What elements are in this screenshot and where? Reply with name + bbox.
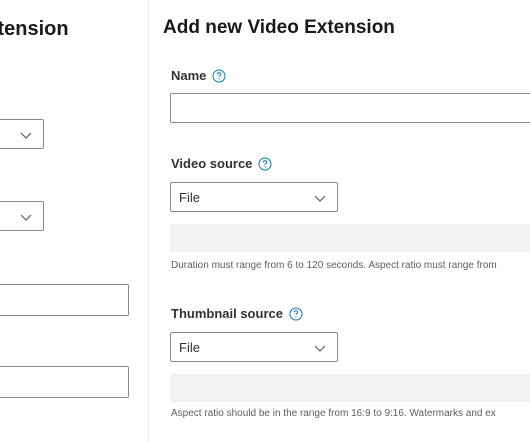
chevron-down-icon (314, 195, 326, 202)
video-source-label-row: Video source (171, 156, 272, 171)
background-panel: Extension (0, 0, 148, 442)
video-source-selected: File (179, 190, 200, 205)
video-source-help-text: Duration must range from 6 to 120 second… (171, 260, 497, 271)
background-input-1[interactable] (0, 284, 129, 316)
name-input[interactable] (170, 93, 530, 123)
panel-title: Add new Video Extension (163, 17, 395, 38)
thumbnail-source-label: Thumbnail source (171, 306, 283, 321)
name-label-row: Name (171, 68, 226, 83)
thumbnail-source-selected: File (179, 340, 200, 355)
help-circle-icon[interactable] (258, 157, 272, 171)
chevron-down-icon (314, 345, 326, 352)
help-circle-icon[interactable] (289, 307, 303, 321)
background-input-2[interactable] (0, 366, 129, 398)
video-source-dropdown[interactable]: File (170, 182, 338, 212)
thumbnail-source-dropdown[interactable]: File (170, 332, 338, 362)
help-circle-icon[interactable] (212, 69, 226, 83)
thumbnail-upload-field[interactable] (170, 374, 530, 402)
background-dropdown-1[interactable] (0, 119, 44, 149)
background-dropdown-2[interactable] (0, 201, 44, 231)
video-upload-field[interactable] (170, 224, 530, 252)
video-source-label: Video source (171, 156, 253, 171)
add-video-extension-panel: Add new Video Extension Name Video sourc… (149, 0, 530, 442)
thumbnail-source-label-row: Thumbnail source (171, 306, 303, 321)
chevron-down-icon (20, 132, 32, 139)
thumbnail-source-help-text: Aspect ratio should be in the range from… (171, 408, 496, 419)
background-panel-title: Extension (0, 18, 69, 40)
chevron-down-icon (20, 214, 32, 221)
name-label: Name (171, 68, 207, 83)
